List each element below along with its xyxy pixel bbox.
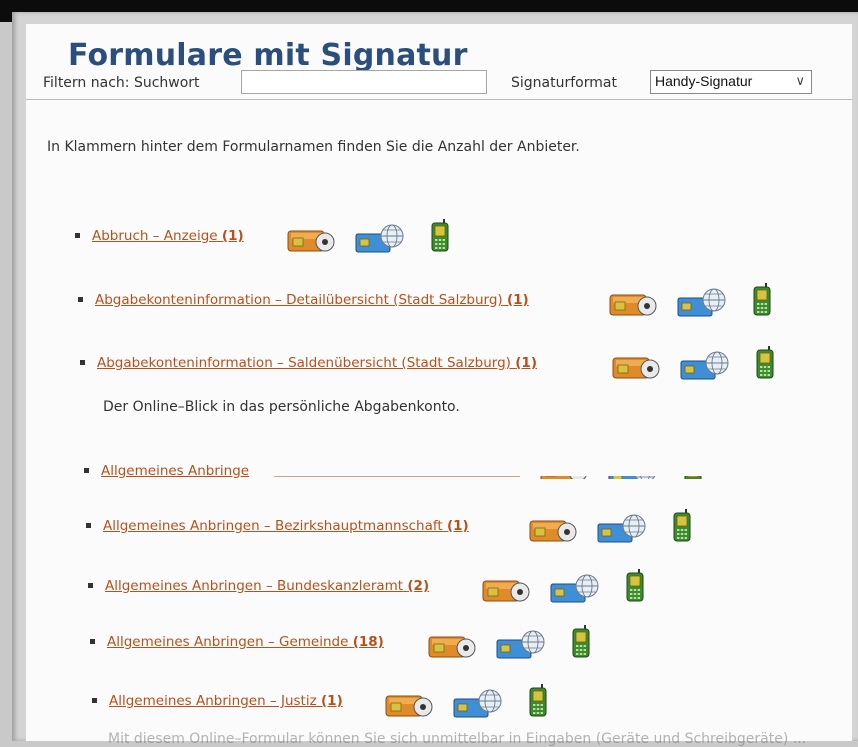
card-reader-icon[interactable]	[529, 519, 577, 543]
card-reader-icon[interactable]	[609, 293, 657, 317]
list-bullet	[90, 639, 95, 644]
card-reader-icon[interactable]	[385, 694, 433, 718]
form-link[interactable]: Abbruch – Anzeige (1)	[92, 228, 244, 244]
card-reader-icon[interactable]	[612, 356, 660, 380]
globe-card-icon[interactable]	[355, 224, 405, 254]
globe-card-icon[interactable]	[677, 288, 727, 318]
mobile-phone-icon[interactable]	[752, 282, 772, 316]
signature-format-select[interactable]: Handy-Signatur ∨	[650, 70, 812, 94]
card-reader-icon[interactable]	[482, 579, 530, 603]
card-reader-icon[interactable]	[428, 635, 476, 659]
signature-format-label: Signaturformat	[511, 75, 617, 91]
form-name: Abgabekonteninformation – Detailübersich…	[95, 292, 503, 308]
filter-row: Filtern nach: Suchwort Signaturformat Ha…	[43, 70, 843, 98]
provider-count: (1)	[221, 228, 244, 244]
filter-label: Filtern nach: Suchwort	[43, 75, 200, 91]
form-name: Allgemeines Anbringe	[101, 463, 250, 479]
provider-count: (1)	[321, 693, 343, 709]
globe-card-icon[interactable]	[496, 630, 546, 660]
form-link[interactable]: Allgemeines Anbringe	[101, 463, 249, 479]
signature-format-value: Handy-Signatur	[655, 73, 753, 89]
intro-text: In Klammern hinter dem Formularnamen fin…	[47, 139, 580, 155]
form-list-item: Abgabekonteninformation – Saldenübersich…	[80, 345, 820, 381]
form-list-item: Abbruch – Anzeige (1)	[75, 218, 820, 254]
form-name: Allgemeines Anbringen – Justiz	[109, 693, 317, 709]
page-title: Formulare mit Signatur	[68, 38, 468, 73]
list-bullet	[75, 233, 80, 238]
provider-count: (18)	[352, 634, 384, 650]
form-name: Abbruch – Anzeige	[92, 228, 218, 244]
form-link[interactable]: Allgemeines Anbringen – Justiz (1)	[109, 693, 343, 709]
mobile-phone-icon[interactable]	[672, 508, 692, 542]
form-list-item: Allgemeines Anbringen – Bundeskanzleramt…	[88, 568, 820, 604]
form-link[interactable]: Abgabekonteninformation – Saldenübersich…	[97, 355, 537, 371]
form-name: Allgemeines Anbringen – Bundeskanzleramt	[105, 578, 404, 594]
mobile-phone-icon[interactable]	[625, 568, 645, 602]
globe-card-icon[interactable]	[453, 689, 503, 719]
chevron-down-icon: ∨	[795, 73, 805, 88]
list-bullet	[84, 468, 89, 473]
list-bullet	[86, 523, 91, 528]
form-description: Der Online–Blick in das persönliche Abga…	[103, 399, 460, 415]
list-bullet	[80, 360, 85, 365]
mobile-phone-icon[interactable]	[755, 345, 775, 379]
search-input[interactable]	[241, 70, 487, 94]
provider-count: (1)	[515, 355, 537, 371]
globe-card-icon[interactable]	[597, 514, 647, 544]
filter-divider	[26, 99, 852, 100]
list-bullet	[92, 698, 97, 703]
list-bullet	[88, 583, 93, 588]
mobile-phone-icon[interactable]	[430, 218, 450, 252]
form-description: Mit diesem Online–Formular können Sie si…	[108, 731, 807, 747]
card-reader-icon[interactable]	[287, 229, 335, 253]
render-artifact	[274, 453, 834, 476]
globe-card-icon[interactable]	[550, 574, 600, 604]
provider-count: (1)	[446, 518, 469, 534]
form-link[interactable]: Allgemeines Anbringen – Bundeskanzleramt…	[105, 578, 429, 594]
provider-count: (1)	[506, 292, 529, 308]
form-link[interactable]: Allgemeines Anbringen – Bezirkshauptmann…	[103, 518, 469, 534]
mobile-phone-icon[interactable]	[571, 624, 591, 658]
form-list-item: Abgabekonteninformation – Detailübersich…	[78, 282, 820, 318]
render-artifact-line	[274, 476, 520, 477]
form-name: Allgemeines Anbringen – Bezirkshauptmann…	[103, 518, 443, 534]
mobile-phone-icon[interactable]	[528, 683, 548, 717]
form-link[interactable]: Allgemeines Anbringen – Gemeinde (18)	[107, 634, 384, 650]
form-list-item: Allgemeines Anbringen – Bezirkshauptmann…	[86, 508, 820, 544]
form-name: Allgemeines Anbringen – Gemeinde	[107, 634, 349, 650]
globe-card-icon[interactable]	[680, 351, 730, 381]
form-link[interactable]: Abgabekonteninformation – Detailübersich…	[95, 292, 529, 308]
list-bullet	[78, 297, 83, 302]
provider-count: (2)	[407, 578, 430, 594]
form-name: Abgabekonteninformation – Saldenübersich…	[97, 355, 511, 371]
form-list-item: Allgemeines Anbringen – Justiz (1)	[92, 683, 820, 719]
form-list-item: Allgemeines Anbringen – Gemeinde (18)	[90, 624, 820, 660]
